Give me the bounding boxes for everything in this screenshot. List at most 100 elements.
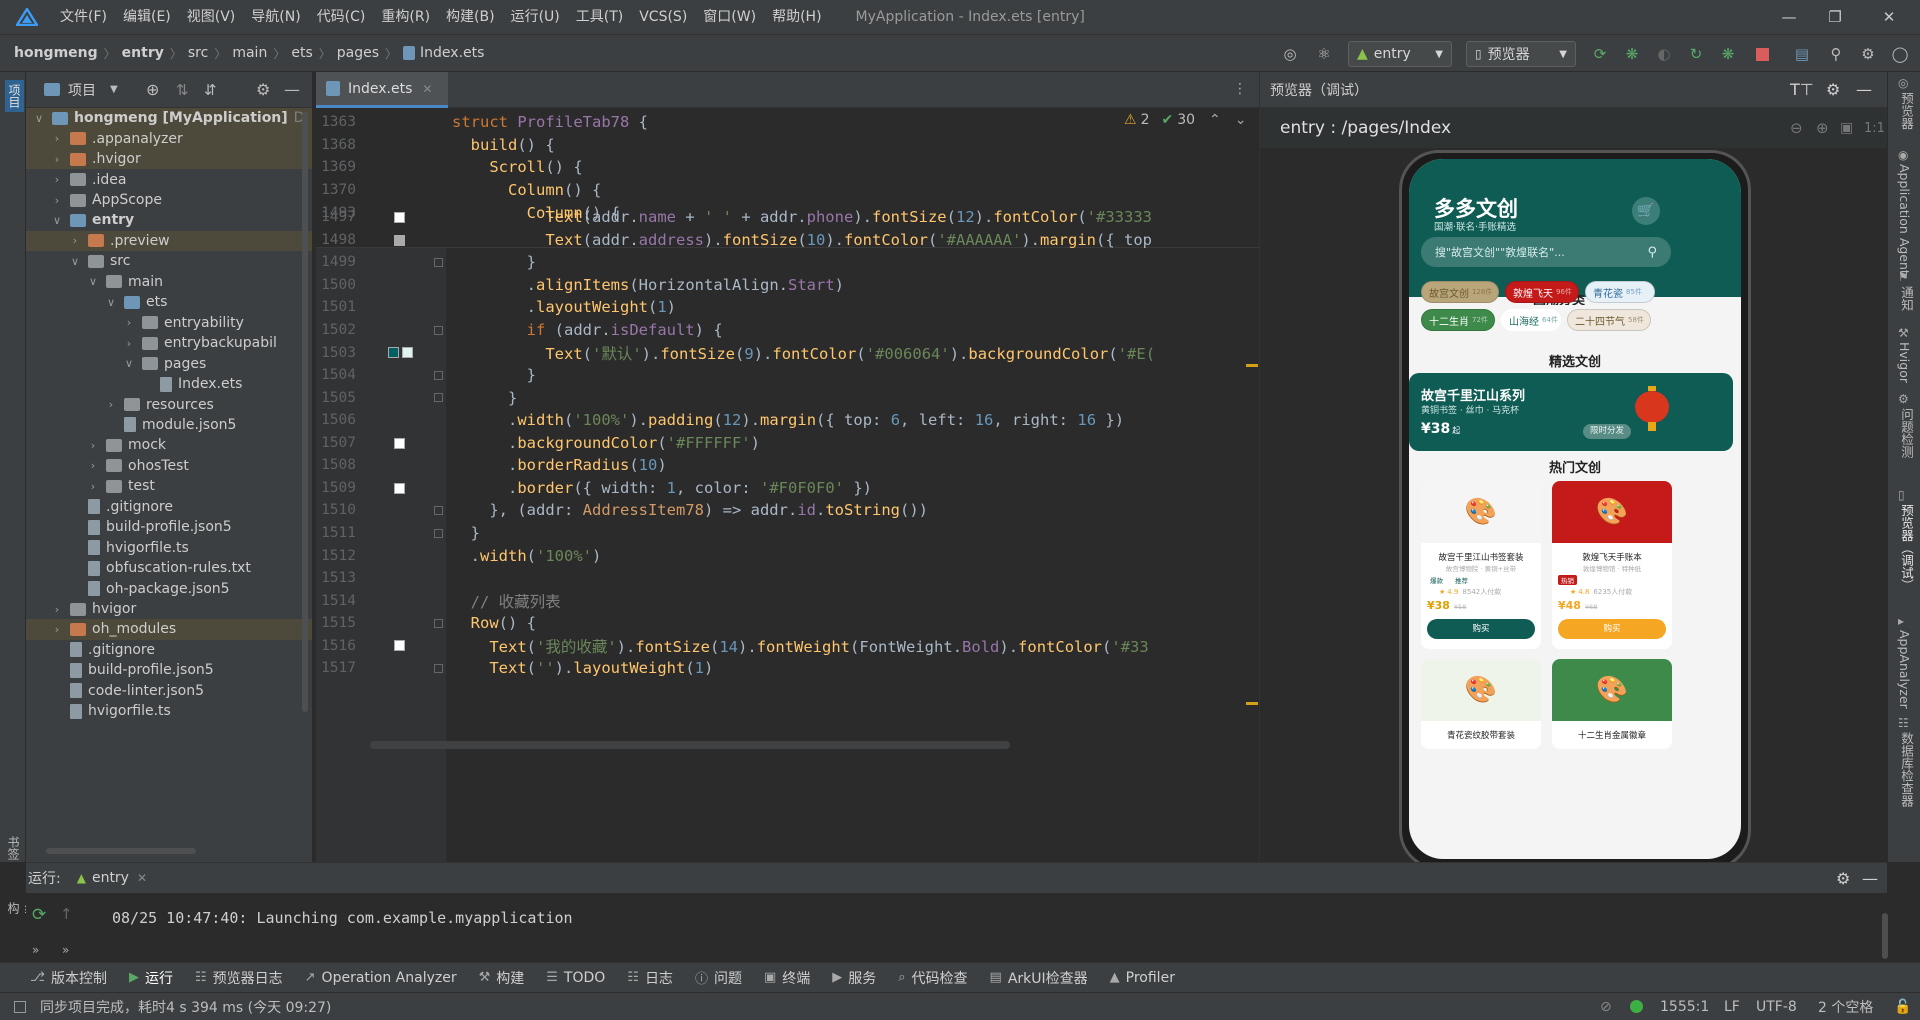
code-line[interactable]: 1497 Text(addr.name + ' ' + addr.phone).… xyxy=(316,206,1259,229)
product-card[interactable]: 🎨 敦煌飞天手账本 敦煌博物馆 · 特种纸 热销 ★ 4.8 6235人付款 ¥48 ¥68 购买 xyxy=(1552,481,1672,649)
tool-window-tab[interactable]: Application Agent xyxy=(1897,164,1912,275)
menu-item[interactable]: 窗口(W) xyxy=(695,0,764,34)
tree-item[interactable]: › resources xyxy=(26,394,312,414)
sticky-line[interactable]: 1370 Column() { xyxy=(316,179,1259,202)
tool-window-tab[interactable]: 通知 xyxy=(1897,286,1916,311)
search-icon[interactable]: ⚲ xyxy=(1826,44,1846,64)
run-config-select[interactable]: ▲ entry ▼ xyxy=(1348,41,1452,67)
warning-stripe[interactable] xyxy=(1246,702,1258,705)
featured-banner[interactable]: 故宫千里江山系列 黄铜书签 · 丝巾 · 马克杯 ¥38 起 限时分发 xyxy=(1409,373,1733,451)
chevron-right-icon[interactable]: › xyxy=(50,623,64,636)
stop-icon[interactable] xyxy=(1752,44,1772,64)
chevron-right-icon[interactable]: › xyxy=(50,173,64,186)
breadcrumb-item[interactable]: pages xyxy=(337,45,379,61)
code-line[interactable]: 1512 .width('100%') xyxy=(316,544,1259,567)
account-icon[interactable]: ◯ xyxy=(1890,44,1910,64)
up-icon[interactable]: ↑ xyxy=(60,905,73,923)
lock-icon[interactable]: 🔓 xyxy=(1894,999,1911,1015)
tree-item[interactable]: .gitignore xyxy=(26,640,312,660)
zoom-in-icon[interactable]: ⊕ xyxy=(1816,119,1829,137)
chevron-right-icon[interactable]: › xyxy=(86,480,100,493)
inspection-widget[interactable]: ⚠ 2 ✔ 30 ⌃ ⌄ xyxy=(1124,112,1247,128)
actual-size-icon[interactable]: 1:1 xyxy=(1864,121,1885,136)
close-icon[interactable]: ✕ xyxy=(137,871,147,885)
chevron-down-icon[interactable]: ▼ xyxy=(110,84,118,95)
product-card[interactable]: 🎨 青花瓷纹胶带套装 xyxy=(1421,659,1541,749)
chevron-right-icon[interactable]: › xyxy=(122,316,136,329)
chevron-right-icon[interactable]: › xyxy=(50,153,64,166)
tree-item[interactable]: › .appanalyzer xyxy=(26,128,312,149)
fold-marker-icon[interactable] xyxy=(434,393,443,403)
collapse-all-icon[interactable]: ⇵ xyxy=(204,81,217,99)
breadcrumb-item[interactable]: main xyxy=(232,45,267,61)
expand-all-icon[interactable]: ⇅ xyxy=(176,81,189,99)
tool-window-button[interactable]: ⌕ 代码检查 xyxy=(898,968,967,988)
menu-item[interactable]: 运行(U) xyxy=(503,0,568,34)
sticky-line[interactable]: 1369 Scroll() { xyxy=(316,156,1259,179)
tool-window-button[interactable]: ↗ Operation Analyzer xyxy=(305,970,457,986)
code-line[interactable]: 1504 } xyxy=(316,364,1259,387)
tree-item[interactable]: ∨hongmeng [MyApplication]D: xyxy=(26,108,312,129)
breadcrumb-item[interactable]: entry xyxy=(122,45,164,61)
code-line[interactable]: 1499 } xyxy=(316,251,1259,274)
tree-item[interactable]: oh-package.json5 xyxy=(26,578,312,598)
tab-index-ets[interactable]: Index.ets ✕ xyxy=(316,72,448,108)
sticky-line[interactable]: 1368 build() { xyxy=(316,134,1259,157)
code-line[interactable]: 1513 xyxy=(316,567,1259,590)
tree-item[interactable]: module.json5 xyxy=(26,415,312,435)
zoom-out-icon[interactable]: ⊖ xyxy=(1790,119,1803,137)
minimize-button[interactable]: — xyxy=(1766,0,1812,34)
category-tag[interactable]: 十二生肖 72件 xyxy=(1421,309,1495,331)
tree-item[interactable]: › entrybackupabil xyxy=(26,333,312,353)
tool-window-tab[interactable]: 预览器 xyxy=(1897,92,1916,130)
breadcrumb-item[interactable]: Index.ets xyxy=(420,45,484,61)
tool-window-button[interactable]: ☷ 日志 xyxy=(627,968,673,988)
tree-item[interactable]: › oh_modules xyxy=(26,619,312,640)
color-swatch-icon[interactable] xyxy=(402,347,413,359)
gear-icon[interactable]: ⚙ xyxy=(256,80,270,99)
debug-icon[interactable]: ❋ xyxy=(1622,44,1642,64)
power-save-icon[interactable]: ⊘ xyxy=(1600,999,1612,1015)
tree-item[interactable]: ∨ src xyxy=(26,251,312,271)
menu-item[interactable]: VCS(S) xyxy=(631,0,695,34)
tool-window-tab[interactable]: 预览器（调试） xyxy=(1897,504,1916,592)
fit-icon[interactable]: ▣ xyxy=(1840,120,1853,136)
panel-toggle-icon[interactable] xyxy=(14,1000,26,1013)
project-hscrollbar[interactable] xyxy=(46,848,196,854)
tree-item[interactable]: build-profile.json5 xyxy=(26,517,312,537)
device-select[interactable]: ▯ 预览器 ▼ xyxy=(1466,41,1576,67)
expand-icon[interactable]: » xyxy=(62,943,69,957)
color-swatch-icon[interactable] xyxy=(394,640,405,652)
profile-icon[interactable]: ❋ xyxy=(1718,44,1738,64)
font-size-icon[interactable]: T⊤ xyxy=(1790,80,1814,99)
tool-window-button[interactable]: ☰ TODO xyxy=(546,970,605,986)
gear-icon[interactable]: ⚙ xyxy=(1836,869,1850,888)
chevron-right-icon[interactable]: › xyxy=(122,337,136,350)
menu-item[interactable]: 构建(B) xyxy=(438,0,503,34)
tree-item[interactable]: › .hvigor xyxy=(26,148,312,170)
search-bar[interactable]: 搜"故宫文创""敦煌联名"... ⚲ xyxy=(1421,237,1671,267)
category-tag[interactable]: 青花瓷 85件 xyxy=(1585,281,1655,303)
chevron-right-icon[interactable]: › xyxy=(50,194,64,207)
file-encoding[interactable]: UTF-8 xyxy=(1756,999,1797,1015)
product-card[interactable]: 🎨 十二生肖金属徽章 xyxy=(1552,659,1672,749)
tree-item[interactable]: hvigorfile.ts xyxy=(26,701,312,721)
tool-window-button[interactable]: ⚒ 构建 xyxy=(479,968,525,988)
tool-window-button[interactable]: ▶ 服务 xyxy=(832,968,876,988)
code-line[interactable]: 1509 .border({ width: 1, color: '#F0F0F0… xyxy=(316,477,1259,500)
fold-marker-icon[interactable] xyxy=(434,325,443,335)
category-tag[interactable]: 二十四节气 58件 xyxy=(1567,309,1651,331)
category-tag[interactable]: 故宫文创 128件 xyxy=(1421,281,1499,303)
tree-item[interactable]: › AppScope xyxy=(26,190,312,210)
tool-window-tab[interactable]: 问题检测 xyxy=(1897,408,1916,458)
code-line[interactable]: 1502 if (addr.isDefault) { xyxy=(316,319,1259,342)
chevron-down-icon[interactable]: ∨ xyxy=(86,275,100,288)
buy-button[interactable]: 购买 xyxy=(1427,619,1535,639)
code-line[interactable]: 1506 .width('100%').padding(12).margin({… xyxy=(316,409,1259,432)
chevron-right-icon[interactable]: › xyxy=(50,603,64,616)
run-tab-label[interactable]: entry xyxy=(92,870,129,886)
color-swatch-icon[interactable] xyxy=(394,482,405,494)
project-structure-icon[interactable]: ▤ xyxy=(1792,44,1812,64)
hide-panel-icon[interactable]: — xyxy=(1862,869,1878,888)
tool-window-button[interactable]: ▤ ArkUI检查器 xyxy=(990,968,1088,988)
